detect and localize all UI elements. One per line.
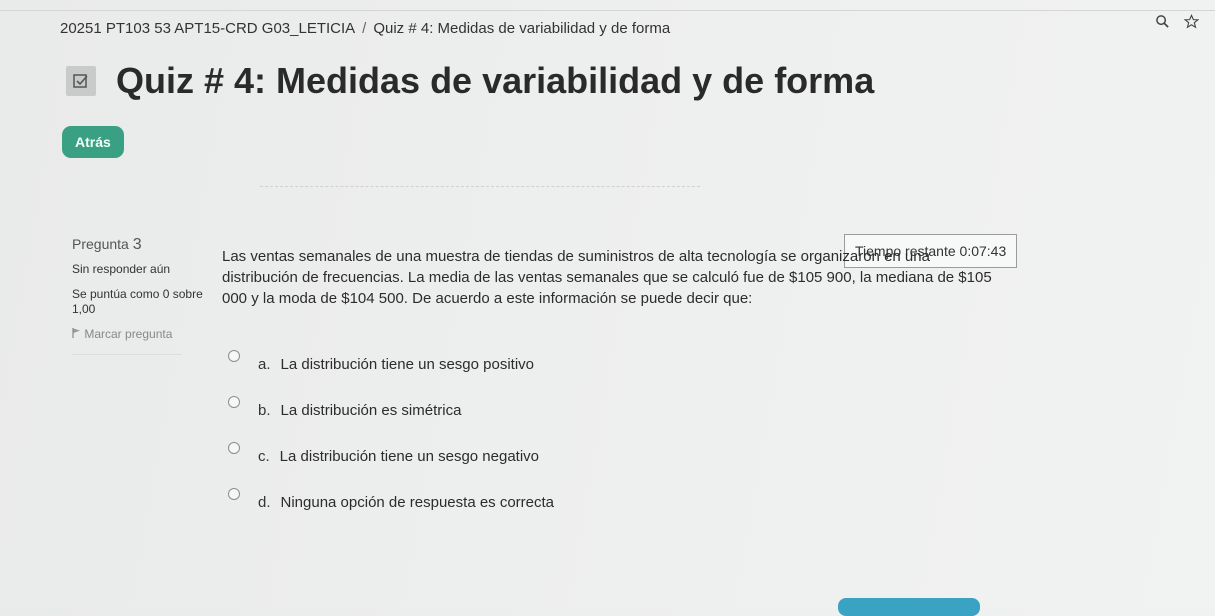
back-button[interactable]: Atrás bbox=[62, 126, 124, 158]
toolbar-icons bbox=[1155, 14, 1200, 34]
next-page-button[interactable] bbox=[838, 598, 980, 616]
breadcrumb: 20251 PT103 53 APT15-CRD G03_LETICIA / Qui… bbox=[60, 20, 670, 37]
answer-letter: c. bbox=[258, 448, 270, 465]
window-top-border bbox=[0, 10, 1215, 11]
search-icon[interactable] bbox=[1155, 14, 1170, 34]
answer-text: La distribución es simétrica bbox=[280, 402, 462, 419]
page-title: Quiz # 4: Medidas de variabilidad y de f… bbox=[116, 60, 875, 101]
quiz-icon bbox=[66, 66, 96, 96]
question-state: Sin responder aún bbox=[72, 262, 171, 276]
flag-icon bbox=[72, 327, 84, 341]
breadcrumb-current: Quiz # 4: Medidas de variabilidad y de f… bbox=[373, 20, 671, 37]
answer-letter: d. bbox=[258, 494, 271, 511]
question-label: Pregunta bbox=[72, 236, 129, 252]
answer-radio-a[interactable] bbox=[228, 350, 240, 362]
breadcrumb-course-link[interactable]: 20251 PT103 53 APT15-CRD G03_LETICIA bbox=[60, 20, 355, 37]
star-icon[interactable] bbox=[1183, 14, 1200, 34]
answer-list: a. La distribución tiene un sesgo positi… bbox=[228, 350, 554, 534]
question-number-value: 3 bbox=[132, 236, 142, 253]
answer-option-c[interactable]: c. La distribución tiene un sesgo negati… bbox=[228, 442, 554, 488]
answer-radio-d[interactable] bbox=[228, 488, 240, 500]
question-info: Pregunta 3 Sin responder aún Se puntúa c… bbox=[72, 236, 212, 355]
answer-letter: b. bbox=[258, 402, 271, 419]
answer-option-a[interactable]: a. La distribución tiene un sesgo positi… bbox=[228, 350, 554, 396]
answer-radio-c[interactable] bbox=[228, 442, 240, 454]
answer-text: La distribución tiene un sesgo positivo bbox=[280, 356, 535, 373]
answer-option-b[interactable]: b. La distribución es simétrica bbox=[228, 396, 554, 442]
divider bbox=[260, 186, 700, 187]
question-grade: Se puntúa como 0 sobre 1,00 bbox=[72, 287, 203, 316]
answer-option-d[interactable]: d. Ninguna opción de respuesta es correc… bbox=[228, 488, 554, 534]
answer-text: La distribución tiene un sesgo negativo bbox=[279, 448, 540, 465]
question-text: Las ventas semanales de una muestra de t… bbox=[222, 248, 992, 307]
question-number: Pregunta 3 bbox=[72, 236, 212, 254]
page-header: Quiz # 4: Medidas de variabilidad y de f… bbox=[66, 60, 874, 102]
flag-question-label: Marcar pregunta bbox=[84, 327, 173, 341]
answer-radio-b[interactable] bbox=[228, 396, 240, 408]
answer-letter: a. bbox=[258, 356, 271, 373]
flag-question-link[interactable]: Marcar pregunta bbox=[72, 327, 182, 355]
answer-text: Ninguna opción de respuesta es correcta bbox=[280, 494, 555, 511]
breadcrumb-separator: / bbox=[362, 20, 367, 37]
